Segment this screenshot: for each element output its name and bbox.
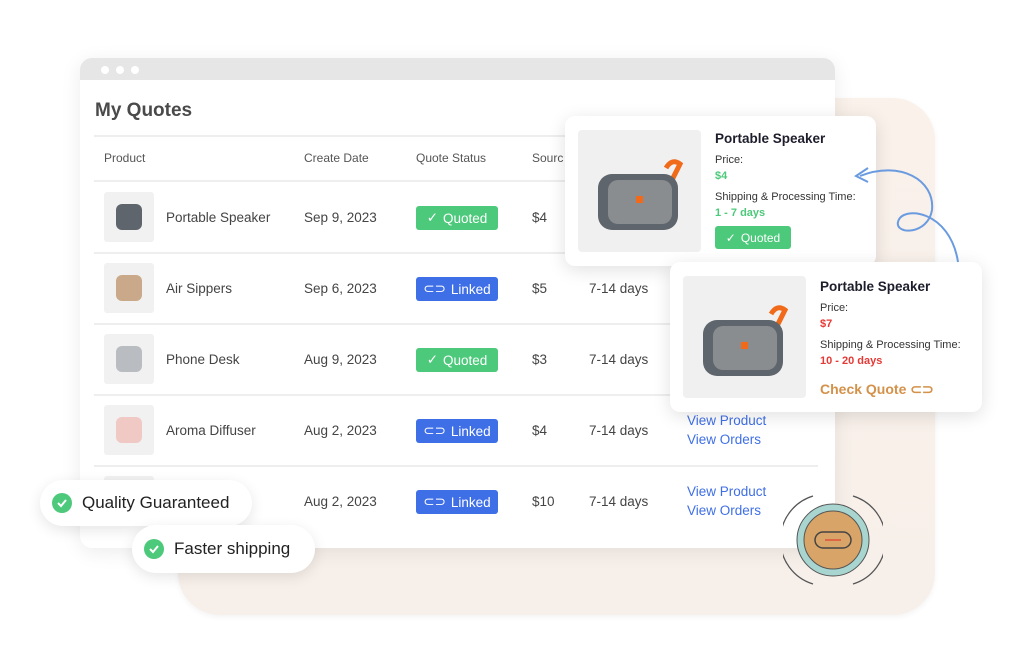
- col-create-date: Create Date: [304, 151, 369, 165]
- source-price: $5: [532, 281, 548, 296]
- quote-card-quoted[interactable]: Portable Speaker Price: $4 Shipping & Pr…: [565, 116, 876, 266]
- product-thumbnail: [104, 405, 154, 455]
- shipping-time: 7-14 days: [589, 281, 649, 296]
- shipping-time: 7-14 days: [589, 423, 649, 438]
- quoted-badge: ✓ Quoted: [715, 226, 791, 249]
- time-label: Shipping & Processing Time:: [820, 339, 961, 351]
- speaker-icon: [598, 159, 684, 230]
- product-thumbnail: [104, 192, 154, 242]
- check-circle-icon: [52, 493, 72, 513]
- product-name[interactable]: Aroma Diffuser: [166, 423, 256, 438]
- window-dot: [116, 66, 124, 74]
- quote-card-check[interactable]: Portable Speaker Price: $7 Shipping & Pr…: [670, 262, 982, 412]
- check-icon: ✓: [725, 230, 736, 245]
- time-value: 10 - 20 days: [820, 355, 883, 367]
- price-label: Price:: [715, 154, 744, 166]
- source-price: $10: [532, 494, 555, 509]
- col-product: Product: [104, 151, 146, 165]
- create-date: Sep 6, 2023: [304, 281, 377, 296]
- view-product-link[interactable]: View Product: [687, 484, 766, 499]
- source-price: $4: [532, 423, 548, 438]
- col-source: Sourc: [532, 151, 564, 165]
- view-orders-link[interactable]: View Orders: [687, 432, 761, 447]
- feature-shipping: Faster shipping: [132, 525, 315, 573]
- shipping-time: 7-14 days: [589, 352, 649, 367]
- source-price: $3: [532, 352, 548, 367]
- sync-link-icon: [783, 495, 883, 585]
- col-quote-status: Quote Status: [416, 151, 487, 165]
- check-circle-icon: [144, 539, 164, 559]
- link-icon: ⊂⊃: [423, 423, 446, 438]
- price-value: $4: [715, 170, 728, 182]
- product-thumbnail: [104, 334, 154, 384]
- window-dot: [131, 66, 139, 74]
- feature-quality: Quality Guaranteed: [40, 480, 252, 526]
- speaker-icon: [703, 305, 789, 376]
- create-date: Aug 2, 2023: [304, 494, 377, 509]
- linked-badge: ⊂⊃ Linked: [416, 277, 498, 301]
- speaker-image: [578, 130, 701, 252]
- product-name[interactable]: Portable Speaker: [166, 210, 270, 225]
- curved-arrow-icon: [854, 167, 959, 263]
- product-name[interactable]: Phone Desk: [166, 352, 240, 367]
- price-value: $7: [820, 318, 833, 330]
- time-value: 1 - 7 days: [715, 207, 766, 219]
- link-icon: ⊂⊃: [910, 381, 934, 397]
- shipping-time: 7-14 days: [589, 494, 649, 509]
- product-name[interactable]: Air Sippers: [166, 281, 232, 296]
- view-product-link[interactable]: View Product: [687, 413, 766, 428]
- link-icon: ⊂⊃: [423, 281, 446, 296]
- check-icon: ✓: [426, 210, 438, 225]
- create-date: Sep 9, 2023: [304, 210, 377, 225]
- linked-badge: ⊂⊃ Linked: [416, 419, 498, 443]
- product-thumbnail: [104, 263, 154, 313]
- check-quote-link[interactable]: Check Quote ⊂⊃: [820, 381, 934, 398]
- speaker-image: [683, 276, 806, 398]
- quoted-badge: ✓ Quoted: [416, 348, 498, 372]
- price-label: Price:: [820, 302, 849, 314]
- linked-badge: ⊂⊃ Linked: [416, 490, 498, 514]
- card-title: Portable Speaker: [715, 131, 826, 146]
- link-icon: ⊂⊃: [423, 494, 446, 509]
- window-titlebar: [80, 58, 835, 80]
- create-date: Aug 9, 2023: [304, 352, 377, 367]
- check-icon: ✓: [426, 352, 438, 367]
- time-label: Shipping & Processing Time:: [715, 191, 856, 203]
- create-date: Aug 2, 2023: [304, 423, 377, 438]
- window-dot: [101, 66, 109, 74]
- view-orders-link[interactable]: View Orders: [687, 503, 761, 518]
- source-price: $4: [532, 210, 548, 225]
- page-title: My Quotes: [95, 100, 193, 121]
- card-title: Portable Speaker: [820, 279, 931, 294]
- quoted-badge: ✓ Quoted: [416, 206, 498, 230]
